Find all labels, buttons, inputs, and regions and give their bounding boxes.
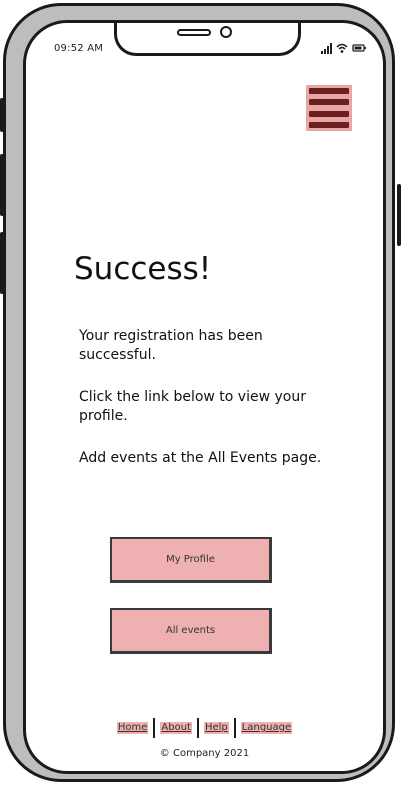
hamburger-menu-button[interactable] — [306, 85, 352, 131]
registration-message: Your registration has been successful. — [79, 328, 263, 363]
camera-icon — [220, 26, 232, 38]
power-button — [397, 184, 401, 246]
footer-link-help[interactable]: Help — [203, 722, 229, 734]
status-icons — [321, 43, 366, 54]
page-title: Success! — [74, 251, 212, 287]
events-instruction: Add events at the All Events page. — [79, 450, 322, 466]
hamburger-menu-icon — [309, 88, 349, 94]
footer-divider — [153, 718, 156, 738]
status-time: 09:52 AM — [54, 43, 104, 54]
notch — [114, 23, 301, 56]
footer-nav: Home About Help Language — [26, 717, 383, 739]
my-profile-button[interactable]: My Profile — [110, 537, 272, 583]
footer-link-home[interactable]: Home — [116, 722, 149, 734]
footer-link-about[interactable]: About — [160, 722, 192, 734]
volume-up-button — [0, 154, 4, 216]
speaker-icon — [177, 29, 211, 36]
wifi-icon — [336, 43, 348, 53]
footer-link-language[interactable]: Language — [240, 722, 293, 734]
phone-frame: 09:52 AM Success! Your registration has … — [0, 3, 401, 782]
volume-down-button — [0, 232, 4, 294]
hamburger-menu-icon-bar — [309, 99, 349, 105]
all-events-button[interactable]: All events — [110, 608, 272, 654]
battery-icon — [352, 44, 366, 52]
profile-instruction: Click the link below to view your profil… — [79, 389, 306, 424]
hamburger-menu-icon-bar — [309, 111, 349, 117]
footer-divider — [233, 718, 236, 738]
silent-switch — [0, 98, 4, 132]
footer-divider — [196, 718, 199, 738]
copyright-text: © Company 2021 — [159, 748, 250, 759]
hamburger-menu-icon-bar — [309, 122, 349, 128]
phone-screen: 09:52 AM Success! Your registration has … — [23, 20, 386, 774]
signal-icon — [321, 43, 332, 54]
